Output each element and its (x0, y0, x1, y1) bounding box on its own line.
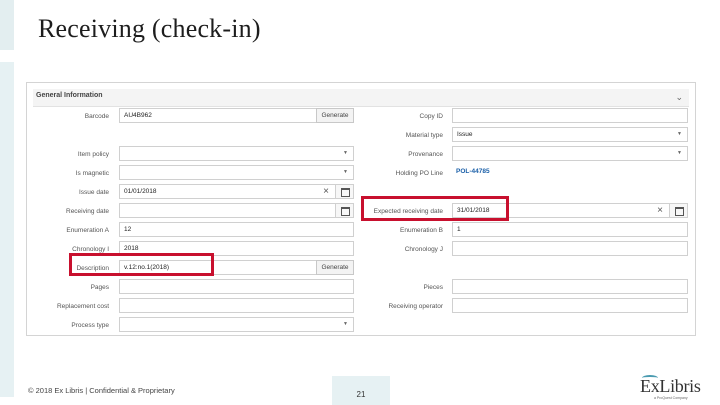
description-generate-button[interactable]: Generate (316, 260, 354, 275)
holding-po-line-label: Holding PO Line (395, 170, 443, 177)
material-type-select[interactable]: Issue ▼ (452, 127, 688, 142)
logo-tagline: a ProQuest Company (654, 396, 688, 400)
left-accent-stripe (0, 62, 14, 397)
barcode-label: Barcode (84, 113, 109, 120)
chronology-j-input[interactable] (452, 241, 688, 256)
item-policy-label: Item policy (77, 151, 109, 158)
provenance-select[interactable]: ▼ (452, 146, 688, 161)
chronology-i-label: Chronology I (72, 246, 109, 253)
receiving-operator-input[interactable] (452, 298, 688, 313)
expected-receiving-date-highlight (361, 196, 509, 221)
replacement-cost-input[interactable] (119, 298, 354, 313)
receiving-date-label: Receiving date (66, 208, 109, 215)
copy-id-label: Copy ID (419, 113, 443, 120)
page-number-tab: 21 (332, 376, 390, 405)
enumeration-b-label: Enumeration B (400, 227, 443, 234)
general-information-header[interactable]: General Information ⌄ (33, 89, 689, 107)
panel-title: General Information (36, 92, 103, 99)
clear-icon[interactable]: × (323, 186, 329, 198)
pages-label: Pages (90, 284, 109, 291)
is-magnetic-label: Is magnetic (75, 170, 109, 177)
receiving-operator-label: Receiving operator (388, 303, 443, 310)
enumeration-a-input[interactable]: 12 (119, 222, 354, 237)
calendar-icon[interactable] (669, 204, 687, 217)
enumeration-b-input[interactable]: 1 (452, 222, 688, 237)
pieces-input[interactable] (452, 279, 688, 294)
exlibris-logo: ExLibris a ProQuest Company (640, 375, 701, 402)
clear-icon[interactable]: × (657, 205, 663, 217)
enumeration-a-label: Enumeration A (66, 227, 109, 234)
description-highlight (69, 253, 214, 276)
copy-id-input[interactable] (452, 108, 688, 123)
barcode-input[interactable]: AU4B962 (119, 108, 317, 123)
footer-copyright: © 2018 Ex Libris | Confidential & Propri… (28, 386, 175, 395)
slide-corner-tab (0, 0, 14, 50)
calendar-icon[interactable] (335, 185, 353, 198)
process-type-select[interactable]: ▼ (119, 317, 354, 332)
item-policy-select[interactable]: ▼ (119, 146, 354, 161)
page-number: 21 (356, 390, 366, 399)
receiving-date-input[interactable] (119, 203, 354, 218)
material-type-label: Material type (405, 132, 443, 139)
calendar-icon[interactable] (335, 204, 353, 217)
chevron-down-icon: ▼ (677, 150, 682, 156)
issue-date-label: Issue date (79, 189, 109, 196)
barcode-generate-button[interactable]: Generate (316, 108, 354, 123)
chevron-down-icon: ▼ (343, 321, 348, 327)
issue-date-input[interactable]: 01/01/2018 × (119, 184, 354, 199)
pieces-label: Pieces (423, 284, 443, 291)
is-magnetic-select[interactable]: ▼ (119, 165, 354, 180)
chronology-j-label: Chronology J (404, 246, 443, 253)
logo-wordmark: ExLibris (640, 376, 701, 396)
chevron-down-icon: ▼ (343, 169, 348, 175)
chevron-down-icon: ▼ (343, 150, 348, 156)
pages-input[interactable] (119, 279, 354, 294)
slide-title: Receiving (check-in) (38, 14, 261, 43)
replacement-cost-label: Replacement cost (56, 303, 109, 310)
chevron-down-icon: ▼ (677, 131, 682, 137)
chevron-down-icon[interactable]: ⌄ (675, 91, 683, 103)
process-type-label: Process type (71, 322, 109, 329)
provenance-label: Provenance (408, 151, 443, 158)
holding-po-line-link[interactable]: POL-44785 (456, 168, 490, 175)
